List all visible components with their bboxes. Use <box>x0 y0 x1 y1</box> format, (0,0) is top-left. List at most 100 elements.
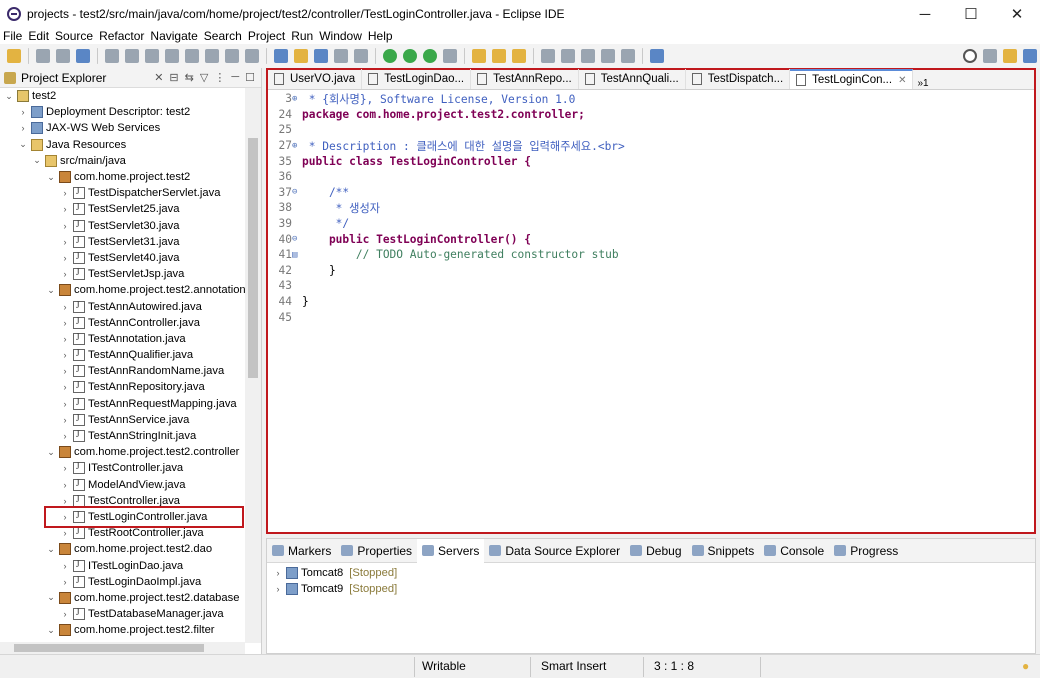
tab-markers[interactable]: Markers <box>267 539 336 563</box>
expand-fold-icon[interactable]: ⊕ <box>292 94 302 104</box>
more-tabs-button[interactable]: »1 <box>913 78 932 89</box>
menu-source[interactable]: Source <box>52 28 96 44</box>
tab-progress[interactable]: Progress <box>829 539 903 563</box>
tree-item[interactable]: ›TestDispatcherServlet.java <box>0 185 245 201</box>
tree-item[interactable]: › Deployment Descriptor: test2 <box>0 104 245 120</box>
debug-perspective-icon[interactable] <box>1023 49 1037 63</box>
tab-testlogindao[interactable]: TestLoginDao... <box>362 69 472 89</box>
debug-icon[interactable] <box>383 49 397 63</box>
step-return-icon[interactable] <box>245 49 259 63</box>
step-into-icon[interactable] <box>205 49 219 63</box>
tree-item[interactable]: ›TestAnnRepository.java <box>0 379 245 395</box>
new-class-icon[interactable] <box>512 49 526 63</box>
tree-item[interactable]: ›TestAnnController.java <box>0 315 245 331</box>
new-package-icon[interactable] <box>492 49 506 63</box>
run-icon[interactable] <box>403 49 417 63</box>
server-row[interactable]: › Tomcat8 [Stopped] <box>267 565 1035 581</box>
tree-item[interactable]: ⌄ Java Resources <box>0 137 245 153</box>
save-icon[interactable] <box>36 49 50 63</box>
back-icon[interactable] <box>601 49 615 63</box>
expand-fold-icon[interactable]: ⊕ <box>292 141 302 151</box>
tree-item[interactable]: ⌄ com.home.project.test2 <box>0 169 245 185</box>
tree-item[interactable]: ⌄ com.home.project.test2.controller <box>0 444 245 460</box>
maximize-button[interactable]: ☐ <box>948 0 994 28</box>
menu-refactor[interactable]: Refactor <box>96 28 147 44</box>
tree-item[interactable]: ›ITestController.java <box>0 460 245 476</box>
search-icon[interactable] <box>963 49 977 63</box>
tree-item[interactable]: ›TestServlet31.java <box>0 234 245 250</box>
tree-item[interactable]: ›ITestLoginDao.java <box>0 557 245 573</box>
explorer-vertical-scrollbar[interactable] <box>245 88 261 643</box>
save-all-icon[interactable] <box>56 49 70 63</box>
task-marker-icon[interactable]: ▤ <box>292 250 302 260</box>
new-java-project-icon[interactable] <box>472 49 486 63</box>
collapse-fold-icon[interactable]: ⊖ <box>292 187 302 197</box>
mark-occurrences-icon[interactable] <box>314 49 328 63</box>
explorer-horizontal-scrollbar[interactable] <box>0 642 245 654</box>
menu-file[interactable]: File <box>0 28 25 44</box>
collapse-fold-icon[interactable]: ⊖ <box>292 234 302 244</box>
tree-item[interactable]: ›TestAnnService.java <box>0 412 245 428</box>
prev-annotation-icon[interactable] <box>561 49 575 63</box>
next-annotation-icon[interactable] <box>541 49 555 63</box>
tree-item[interactable]: ›TestAnnotation.java <box>0 331 245 347</box>
close-tab-icon[interactable]: ✕ <box>898 75 906 86</box>
tree-item[interactable]: ›TestServlet30.java <box>0 218 245 234</box>
minimize-button[interactable]: ─ <box>902 0 948 28</box>
collapse-all-icon[interactable]: ⊟ <box>169 71 178 84</box>
menu-run[interactable]: Run <box>288 28 316 44</box>
block-selection-icon[interactable] <box>334 49 348 63</box>
tree-item[interactable]: ›TestAnnStringInit.java <box>0 428 245 444</box>
print-icon[interactable] <box>76 49 90 63</box>
tree-item[interactable]: ›TestServlet40.java <box>0 250 245 266</box>
tree-item[interactable]: ›TestAnnRandomName.java <box>0 363 245 379</box>
external-tools-icon[interactable] <box>443 49 457 63</box>
menu-search[interactable]: Search <box>201 28 245 44</box>
project-explorer-tab[interactable]: Project Explorer ✕ ⊟ ⇆ ▽ ⋮ ─ ☐ <box>0 68 261 88</box>
menu-navigate[interactable]: Navigate <box>147 28 200 44</box>
tab-properties[interactable]: Properties <box>336 539 417 563</box>
show-whitespace-icon[interactable] <box>354 49 368 63</box>
forward-icon[interactable] <box>621 49 635 63</box>
tab-data-source-explorer[interactable]: Data Source Explorer <box>484 539 625 563</box>
tab-snippets[interactable]: Snippets <box>687 539 760 563</box>
menu-window[interactable]: Window <box>316 28 365 44</box>
resume-icon[interactable] <box>125 49 139 63</box>
tab-servers[interactable]: Servers <box>417 538 485 563</box>
step-over-icon[interactable] <box>225 49 239 63</box>
tree-item[interactable]: › JAX-WS Web Services <box>0 120 245 136</box>
link-editor-icon[interactable]: ⇆ <box>185 71 194 84</box>
tab-testlogincontroller[interactable]: TestLoginCon... ✕ <box>790 69 914 89</box>
highlight-icon[interactable] <box>294 49 308 63</box>
view-menu-icon[interactable]: ⋮ <box>214 71 225 84</box>
filter-icon[interactable]: ▽ <box>200 71 208 84</box>
code-editor[interactable]: 3 ⊕ * {회사명}, Software License, Version 1.… <box>268 91 1034 521</box>
tree-item[interactable]: ›TestDatabaseManager.java <box>0 606 245 622</box>
tree-item[interactable]: ⌄ com.home.project.test2.filter <box>0 622 245 638</box>
tree-item[interactable]: ›TestServlet25.java <box>0 201 245 217</box>
menu-help[interactable]: Help <box>365 28 396 44</box>
close-view-icon[interactable]: ✕ <box>154 71 163 84</box>
tree-item[interactable]: ›TestAnnQualifier.java <box>0 347 245 363</box>
tab-console[interactable]: Console <box>759 539 829 563</box>
tree-item[interactable]: ›TestLoginDaoImpl.java <box>0 574 245 590</box>
disconnect-icon[interactable] <box>185 49 199 63</box>
menu-edit[interactable]: Edit <box>25 28 52 44</box>
tab-testdispatch[interactable]: TestDispatch... <box>686 69 791 89</box>
tree-item[interactable]: ›TestAnnAutowired.java <box>0 298 245 314</box>
terminate-icon[interactable] <box>165 49 179 63</box>
tree-item[interactable]: ⌄ test2 <box>0 88 245 104</box>
tree-item[interactable]: ⌄ com.home.project.test2.database <box>0 590 245 606</box>
maximize-view-icon[interactable]: ☐ <box>245 71 255 84</box>
open-perspective-icon[interactable] <box>983 49 997 63</box>
coverage-icon[interactable] <box>423 49 437 63</box>
tree-item[interactable]: ⌄ com.home.project.test2.dao <box>0 541 245 557</box>
tab-uservo[interactable]: UserVO.java <box>268 69 363 89</box>
tab-debug[interactable]: Debug <box>625 539 686 563</box>
tab-testannquali[interactable]: TestAnnQuali... <box>579 69 686 89</box>
new-icon[interactable] <box>7 49 21 63</box>
skip-breakpoints-icon[interactable] <box>105 49 119 63</box>
close-button[interactable]: ✕ <box>994 0 1040 28</box>
tab-testannrepo[interactable]: TestAnnRepo... <box>471 69 579 89</box>
minimize-view-icon[interactable]: ─ <box>231 71 239 84</box>
